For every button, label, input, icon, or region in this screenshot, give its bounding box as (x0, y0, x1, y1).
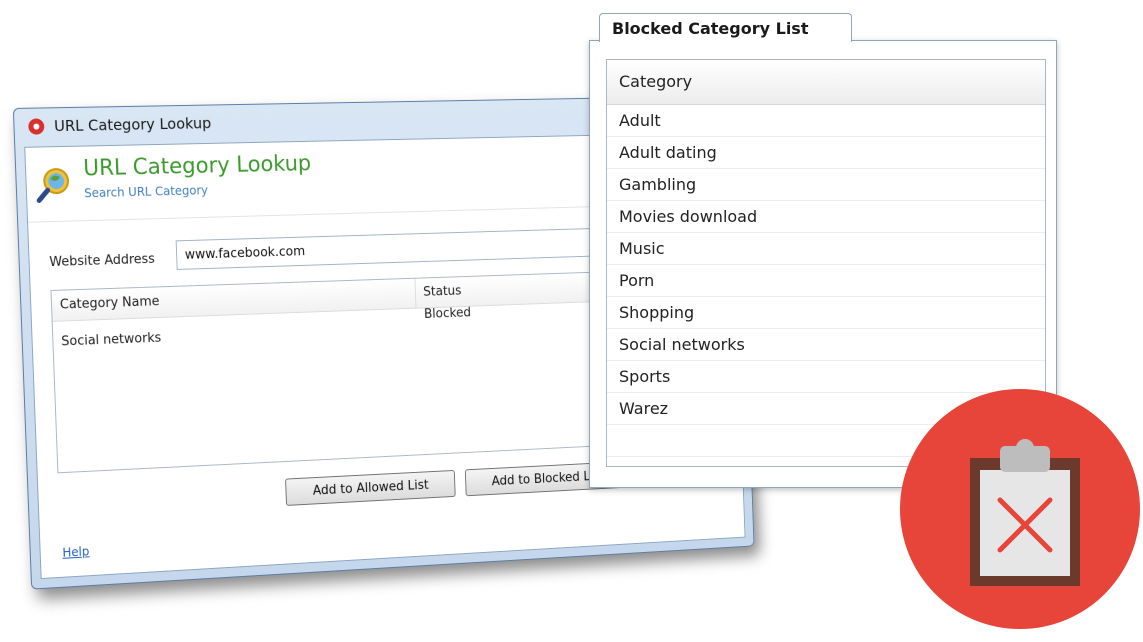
row-category-name: Social networks (61, 330, 162, 350)
list-item[interactable]: Social networks (607, 329, 1045, 361)
list-item[interactable]: Shopping (607, 297, 1045, 329)
add-to-allowed-list-button[interactable]: Add to Allowed List (285, 469, 456, 506)
list-item[interactable]: Movies download (607, 201, 1045, 233)
dialog-header-subtitle: Search URL Category (83, 183, 209, 201)
list-item[interactable]: Sports (607, 361, 1045, 393)
list-item[interactable]: Adult (607, 105, 1045, 137)
column-header-category-name[interactable]: Category Name (51, 278, 417, 322)
list-item[interactable]: Porn (607, 265, 1045, 297)
magnifier-globe-icon (36, 168, 70, 204)
list-item[interactable]: Music (607, 233, 1045, 265)
tab-blocked-category-list[interactable]: Blocked Category List (599, 13, 852, 42)
dialog-header-title: URL Category Lookup (82, 151, 312, 182)
column-header-category[interactable]: Category (607, 60, 1045, 105)
dialog-window-title: URL Category Lookup (53, 114, 212, 136)
website-address-label: Website Address (49, 251, 156, 271)
help-link[interactable]: Help (62, 544, 89, 559)
tab-connector (600, 40, 851, 43)
clipboard-x-icon (970, 439, 1080, 586)
row-status: Blocked (423, 305, 472, 322)
list-item[interactable]: Adult dating (607, 137, 1045, 169)
list-item[interactable]: Gambling (607, 169, 1045, 201)
app-logo-icon (28, 118, 45, 135)
